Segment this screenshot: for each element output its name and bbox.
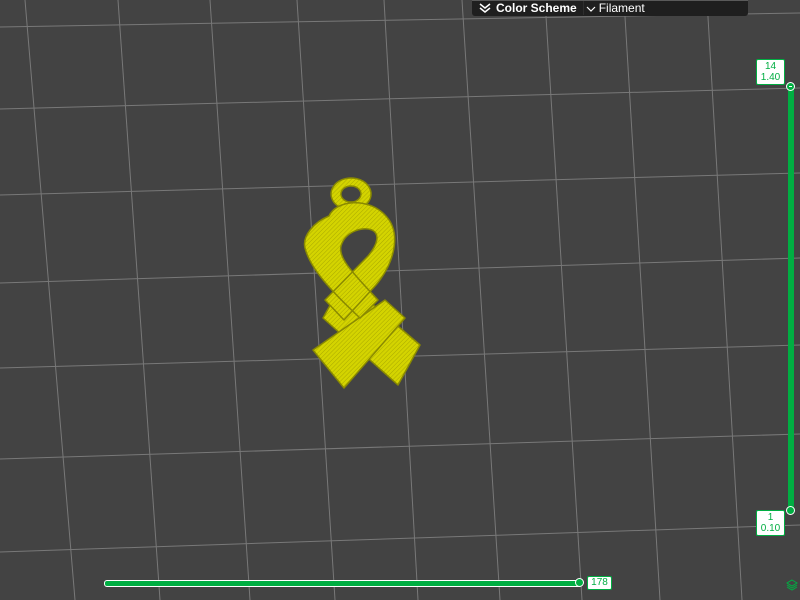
layers-icon[interactable] (786, 578, 798, 591)
bottom-layer-label: 1 0.10 (756, 510, 785, 536)
move-slider-handle[interactable] (575, 578, 584, 587)
move-slider-value: 178 (587, 576, 612, 590)
bottom-layer-height: 0.10 (760, 523, 781, 534)
chevron-down-icon (586, 1, 596, 15)
bottom-layer-number: 1 (767, 512, 774, 523)
top-layer-label: 14 1.40 (756, 59, 785, 85)
layer-slider-top-handle[interactable] (786, 82, 795, 91)
color-scheme-label: Color Scheme (496, 1, 577, 15)
top-layer-number: 14 (764, 61, 777, 72)
color-scheme-dropdown[interactable]: Filament (582, 1, 748, 15)
layer-slider-bottom-handle[interactable] (786, 506, 795, 515)
move-slider-track[interactable] (104, 580, 582, 587)
awareness-ribbon-model[interactable] (0, 0, 800, 600)
layer-range-slider-track[interactable] (788, 86, 794, 512)
double-chevron-down-icon[interactable] (476, 1, 494, 15)
top-layer-height: 1.40 (760, 72, 781, 83)
color-scheme-selected-value: Filament (598, 1, 645, 15)
3d-preview-viewport[interactable]: Color Scheme Filament 14 1.40 1 0.10 178 (0, 0, 800, 600)
color-scheme-bar: Color Scheme Filament (472, 0, 748, 16)
